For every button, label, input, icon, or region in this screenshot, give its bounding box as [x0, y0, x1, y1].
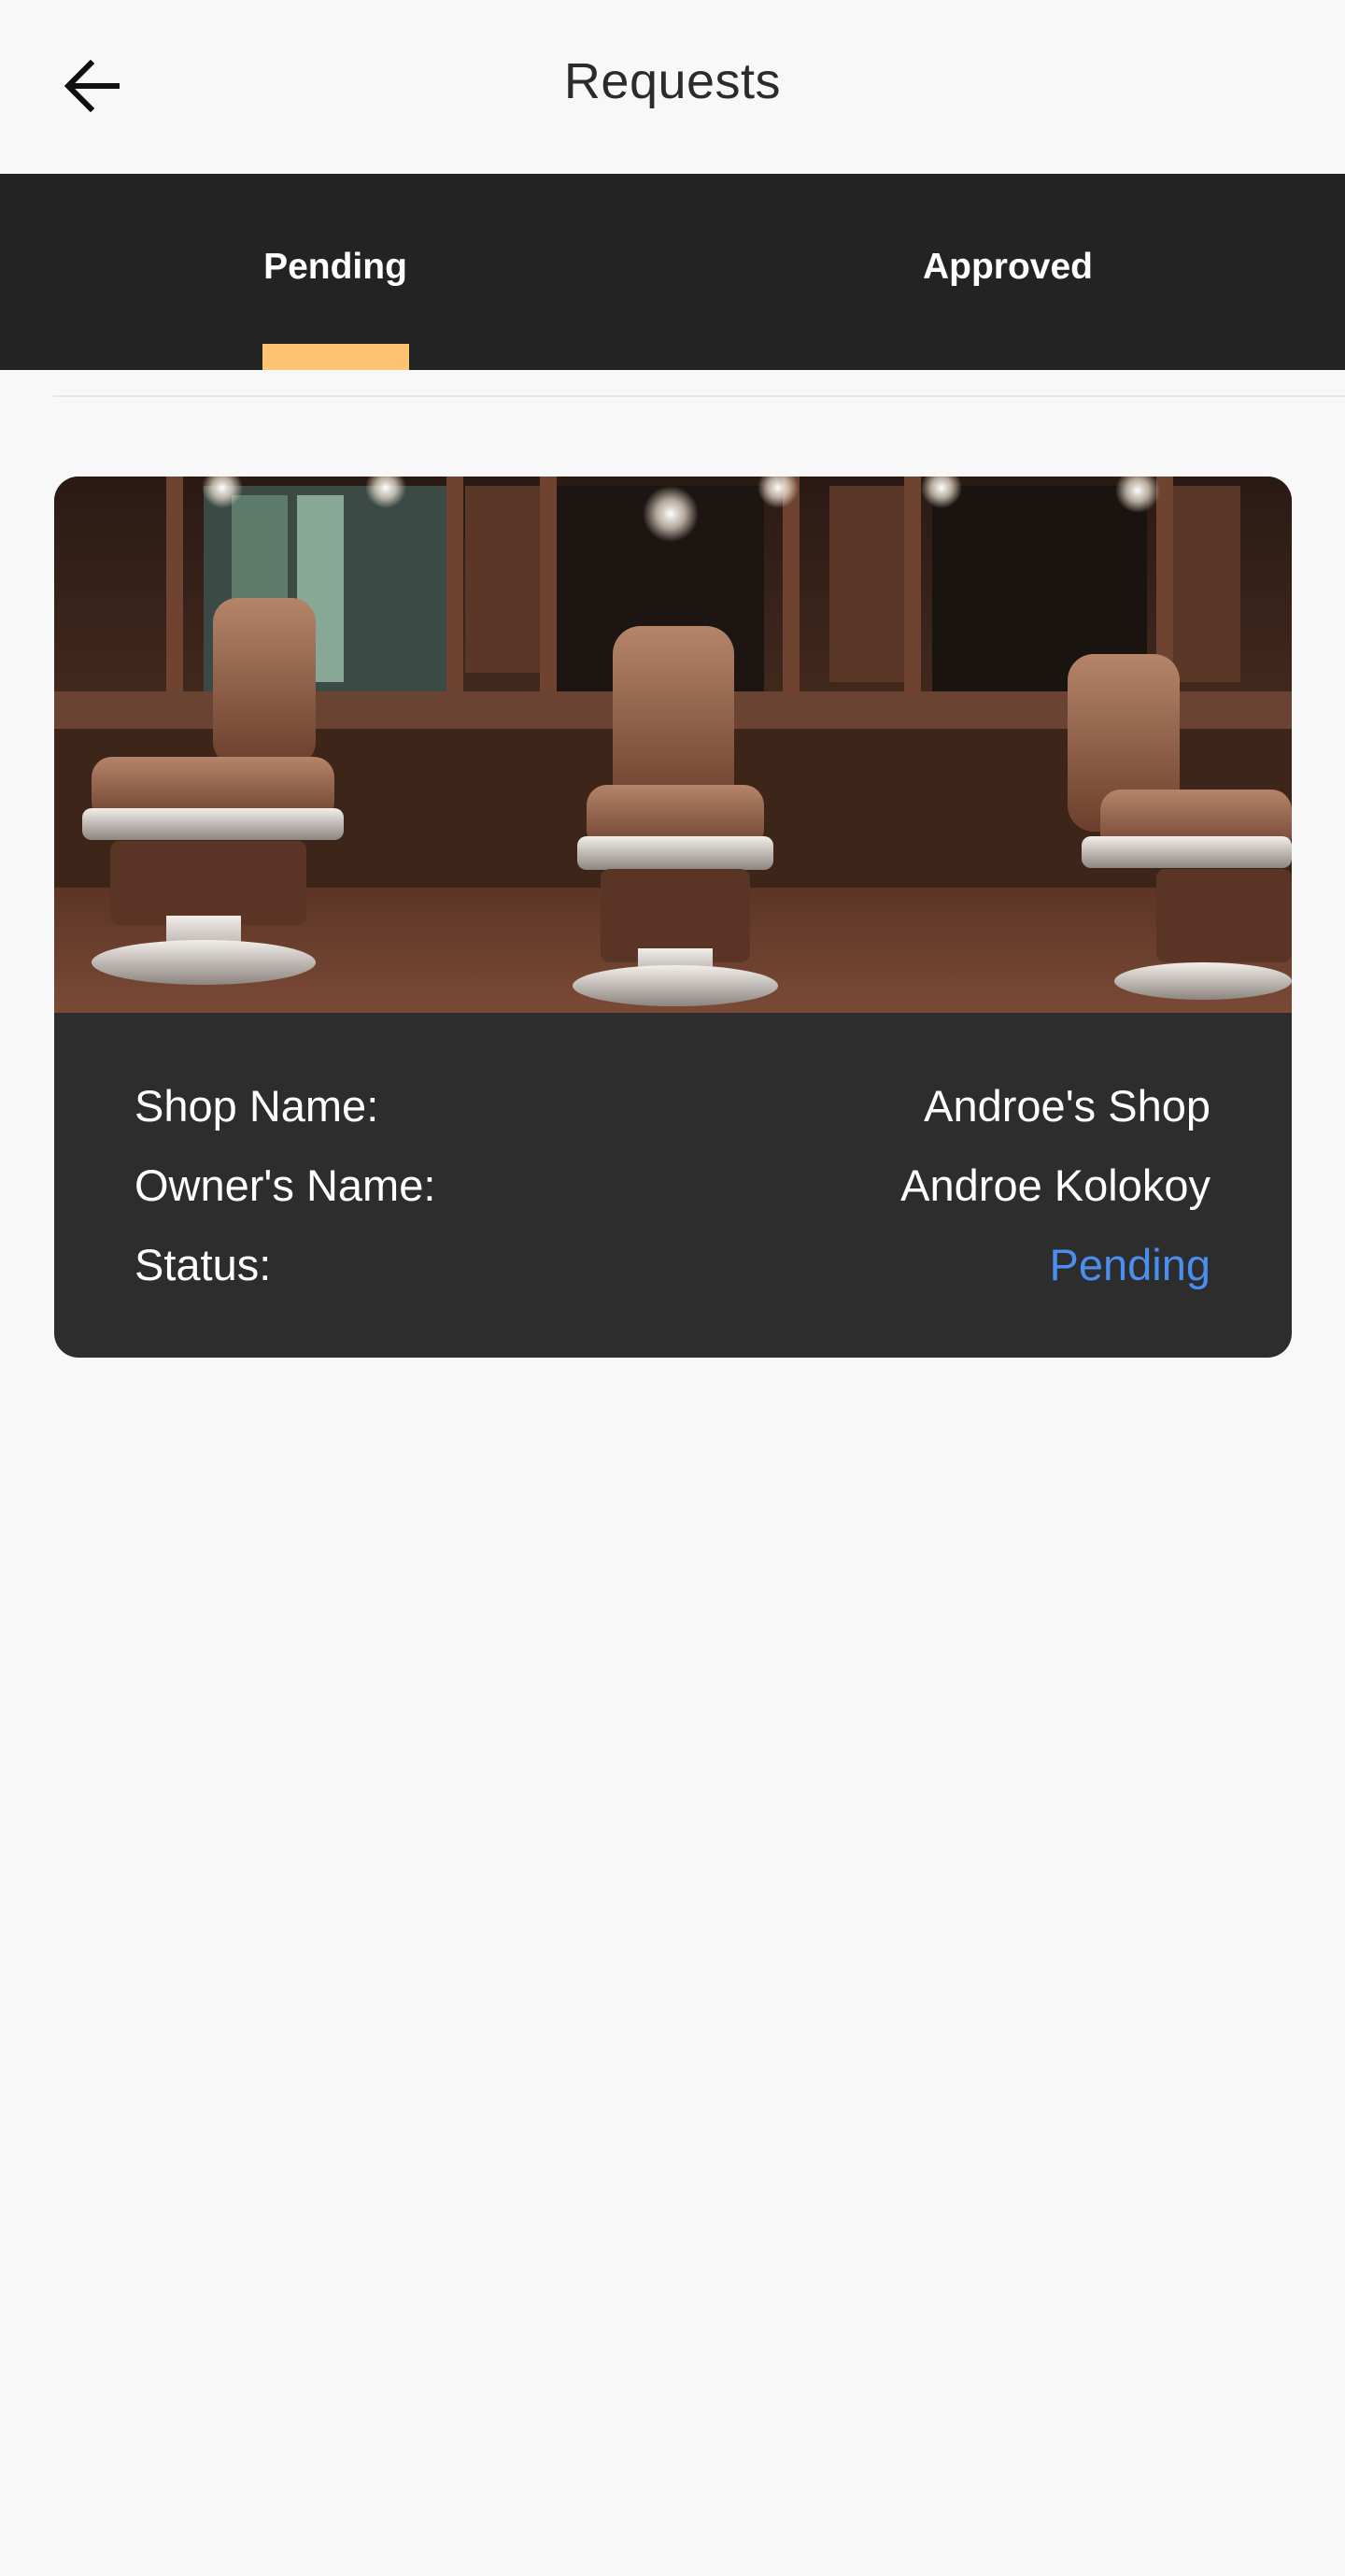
status-row: Status: Pending — [134, 1231, 1210, 1297]
status-value: Pending — [1049, 1239, 1211, 1289]
status-label: Status: — [134, 1239, 272, 1289]
shop-name-row: Shop Name: Androe's Shop — [134, 1073, 1210, 1138]
tab-pending[interactable]: Pending — [0, 174, 671, 370]
shop-name-label: Shop Name: — [134, 1080, 379, 1131]
tab-selected-indicator — [262, 344, 409, 370]
owner-name-row: Owner's Name: Androe Kolokoy — [134, 1152, 1210, 1217]
tab-pending-label: Pending — [263, 247, 407, 287]
tab-approved-label: Approved — [922, 247, 1093, 287]
app-bar: Requests — [0, 0, 1345, 174]
arrow-left-icon — [64, 60, 120, 112]
divider — [53, 395, 1345, 397]
request-card[interactable]: Shop Name: Androe's Shop Owner's Name: A… — [54, 477, 1292, 1358]
page-title: Requests — [563, 53, 782, 109]
owner-name-label: Owner's Name: — [134, 1160, 436, 1210]
owner-name-value: Androe Kolokoy — [900, 1160, 1210, 1210]
tab-bar: Pending Approved — [0, 174, 1345, 370]
back-button[interactable] — [54, 49, 129, 123]
tab-approved[interactable]: Approved — [671, 174, 1345, 370]
shop-name-value: Androe's Shop — [924, 1080, 1210, 1131]
shop-image — [54, 477, 1292, 1013]
